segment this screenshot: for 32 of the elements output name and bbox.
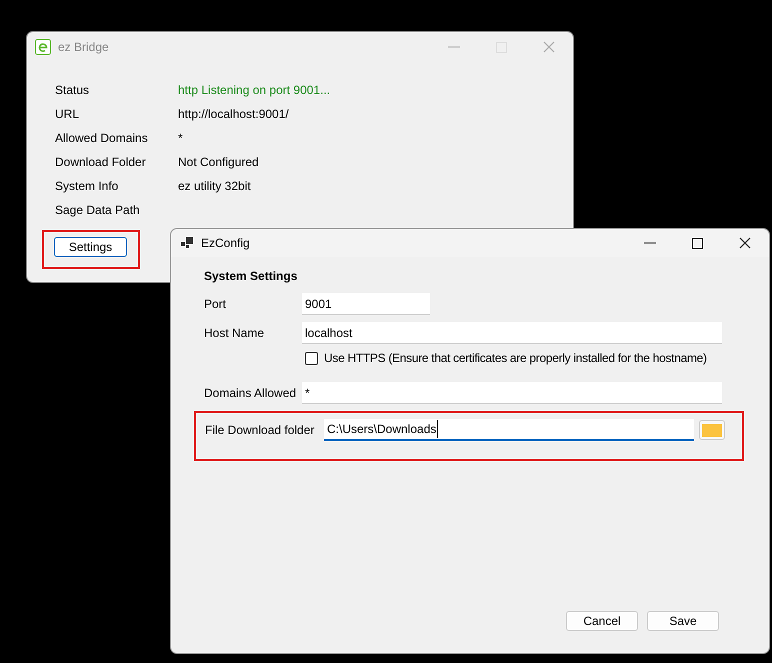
info-label: Download Folder: [55, 154, 147, 170]
close-icon[interactable]: [739, 237, 751, 249]
field-label: Host Name: [204, 325, 266, 342]
dialog-button[interactable]: Cancel: [566, 611, 638, 631]
minimize-icon[interactable]: [644, 242, 656, 244]
text-field[interactable]: C:\Users\Downloads: [324, 419, 694, 441]
field-label: File Download folder: [205, 422, 316, 439]
info-label: System Info: [55, 178, 120, 194]
info-value: http Listening on port 9001...: [178, 82, 330, 98]
checkbox[interactable]: [305, 352, 318, 364]
info-value: Not Configured: [178, 154, 259, 170]
info-value: ez utility 32bit: [178, 178, 251, 194]
field-label: Port: [204, 296, 228, 313]
dialog-button[interactable]: Save: [647, 611, 719, 631]
settings-button[interactable]: Settings: [54, 237, 127, 257]
text-field[interactable]: *: [302, 382, 722, 404]
text-field[interactable]: localhost: [302, 322, 722, 344]
info-value: *: [178, 130, 183, 146]
window-title: EzConfig: [201, 235, 250, 252]
field-label: Domains Allowed: [204, 385, 298, 402]
info-label: URL: [55, 106, 80, 122]
info-label: Sage Data Path: [55, 202, 141, 218]
app-logo-icon: [35, 39, 51, 55]
checkbox-label: Use HTTPS (Ensure that certificates are properly installed for the hostname): [324, 350, 707, 367]
section-title: System Settings: [204, 268, 298, 283]
info-label: Status: [55, 82, 90, 98]
info-value: http://localhost:9001/: [178, 106, 289, 122]
text-field[interactable]: 9001: [302, 293, 430, 315]
maximize-icon[interactable]: [692, 238, 703, 248]
info-label: Allowed Domains: [55, 130, 149, 146]
app-icon: [181, 237, 193, 249]
window-title: ez Bridge: [58, 39, 109, 56]
